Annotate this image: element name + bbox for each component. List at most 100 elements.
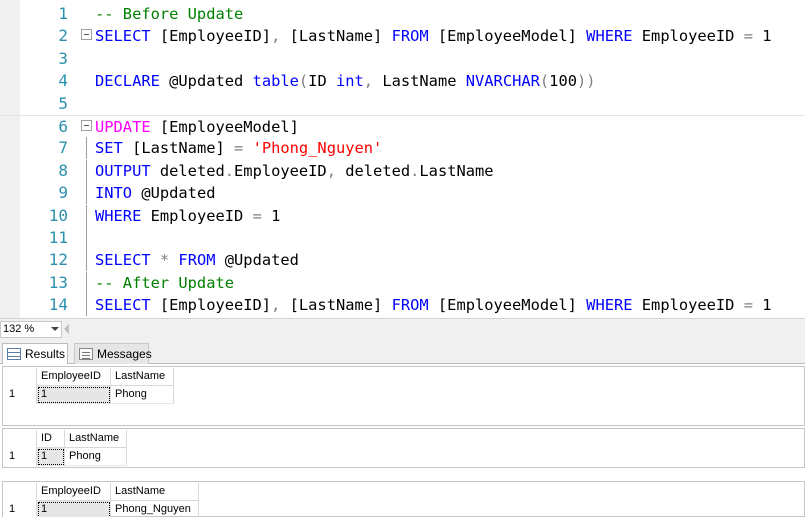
table-row[interactable]: 1 1 Phong_Nguyen (3, 501, 804, 517)
outline-guide (86, 227, 87, 249)
grid-cell[interactable]: 1 (37, 501, 111, 517)
code-token: LastName (382, 72, 466, 91)
row-number[interactable]: 1 (3, 448, 37, 466)
tab-messages-label: Messages (97, 347, 152, 361)
code-line[interactable]: 7 SET [LastName] = 'Phong_Nguyen' (0, 137, 805, 160)
code-token: UPDATE (95, 118, 160, 136)
grid-cell[interactable]: 1 (37, 448, 65, 466)
result-grid[interactable]: EmployeeID LastName 1 1 Phong_Nguyen (2, 481, 805, 517)
code-text: SELECT * FROM @Updated (95, 250, 299, 270)
grid-cell[interactable]: Phong (111, 386, 174, 404)
code-line[interactable]: 6 UPDATE [EmployeeModel] (0, 115, 805, 137)
code-token: ID (308, 72, 336, 91)
code-token: 1 (762, 296, 772, 315)
line-number: 7 (58, 138, 68, 158)
zoom-level-dropdown[interactable]: 132 % (0, 321, 62, 338)
grid-corner-cell[interactable] (3, 483, 37, 501)
outline-guide (86, 137, 87, 160)
code-line[interactable]: 11 (0, 227, 805, 249)
line-number: 12 (48, 250, 68, 270)
code-token: = (743, 27, 763, 46)
table-row[interactable]: 1 1 Phong (3, 448, 804, 466)
tab-messages[interactable]: Messages (74, 343, 152, 364)
code-token: SELECT (95, 251, 160, 270)
column-header[interactable]: LastName (65, 430, 127, 448)
outline-guide (86, 204, 87, 227)
row-number[interactable]: 1 (3, 386, 37, 404)
code-token: -- After Update (95, 273, 234, 292)
code-text: SELECT [EmployeeID], [LastName] FROM [Em… (95, 26, 772, 46)
code-token: 100 (549, 72, 577, 91)
code-line[interactable]: 4 DECLARE @Updated table(ID int, LastName… (0, 70, 805, 92)
grid-corner-cell[interactable] (3, 368, 37, 386)
code-line[interactable]: 12 SELECT * FROM @Updated (0, 249, 805, 272)
code-token: SELECT (95, 27, 160, 46)
code-token: -- Before Update (95, 5, 244, 23)
grid-header-row: EmployeeID LastName (3, 368, 804, 386)
code-token: = (234, 139, 253, 158)
code-token: [EmployeeID] (159, 296, 272, 315)
line-number: 5 (58, 93, 68, 113)
code-line[interactable]: 2 SELECT [EmployeeID], [LastName] FROM [E… (0, 25, 805, 47)
outline-guide (86, 294, 87, 317)
code-token: , (271, 296, 290, 315)
code-token: = (252, 206, 272, 225)
code-token: [EmployeeModel] (437, 296, 587, 315)
table-row[interactable]: 1 1 Phong (3, 386, 804, 404)
chevron-down-icon[interactable] (51, 327, 59, 331)
code-line[interactable]: 5 (0, 93, 805, 115)
code-text: -- Before Update (95, 4, 243, 24)
column-header[interactable]: LastName (111, 368, 174, 386)
code-token: FROM (178, 251, 225, 270)
code-token: . (410, 161, 420, 180)
outline-guide (86, 182, 87, 205)
code-token: . (224, 161, 235, 180)
code-line[interactable]: 14 SELECT [EmployeeID], [LastName] FROM [… (0, 294, 805, 317)
tab-results-label: Results (25, 347, 66, 361)
line-number: 3 (58, 48, 68, 68)
grid-cell[interactable]: 1 (37, 386, 111, 404)
code-token: NVARCHAR (465, 72, 540, 91)
collapse-region-icon[interactable] (81, 29, 92, 41)
column-header[interactable]: LastName (111, 483, 199, 501)
code-line[interactable]: 9 INTO @Updated (0, 182, 805, 205)
results-pane: EmployeeID LastName 1 1 Phong ID LastName 1 1 Pho… (0, 364, 805, 517)
code-token: 'Phong_Nguyen' (252, 139, 383, 158)
tab-results[interactable]: Results (2, 343, 68, 364)
code-token: [EmployeeID] (159, 27, 272, 46)
code-token: , (363, 72, 383, 91)
code-line[interactable]: 3 (0, 48, 805, 70)
code-token: ( (298, 72, 309, 91)
outline-guide (86, 249, 87, 272)
scroll-left-arrow-icon[interactable] (64, 324, 69, 334)
code-line[interactable]: 1 -- Before Update (0, 3, 805, 25)
outline-guide (86, 159, 87, 182)
result-grid[interactable]: ID LastName 1 1 Phong (2, 428, 805, 468)
line-number: 14 (48, 295, 68, 315)
code-token: LastName (419, 161, 494, 180)
row-number[interactable]: 1 (3, 501, 37, 517)
line-number: 1 (58, 4, 68, 23)
column-header[interactable]: ID (37, 430, 65, 448)
code-token: deleted (345, 161, 411, 180)
code-token: FROM (391, 27, 438, 46)
grid-cell[interactable]: Phong (65, 448, 127, 466)
code-token: FROM (391, 296, 438, 315)
result-grid[interactable]: EmployeeID LastName 1 1 Phong (2, 366, 805, 426)
code-text: SET [LastName] = 'Phong_Nguyen' (95, 138, 382, 158)
code-token: SET (95, 139, 133, 158)
query-editor[interactable]: 1 -- Before Update 2 SELECT [EmployeeID], [… (0, 0, 805, 318)
code-line[interactable]: 8 OUTPUT deleted.EmployeeID, deleted.Last… (0, 159, 805, 182)
code-token: WHERE (586, 296, 642, 315)
column-header[interactable]: EmployeeID (37, 483, 111, 501)
code-token: deleted (159, 161, 225, 180)
code-token: [LastName] (132, 139, 235, 158)
code-line[interactable]: 13 -- After Update (0, 271, 805, 294)
code-line[interactable]: 10 WHERE EmployeeID = 1 (0, 204, 805, 227)
grid-cell[interactable]: Phong_Nguyen (111, 501, 199, 517)
line-number: 6 (58, 117, 68, 136)
code-token: EmployeeID (641, 296, 744, 315)
grid-corner-cell[interactable] (3, 430, 37, 448)
collapse-region-icon[interactable] (81, 120, 92, 131)
column-header[interactable]: EmployeeID (37, 368, 111, 386)
